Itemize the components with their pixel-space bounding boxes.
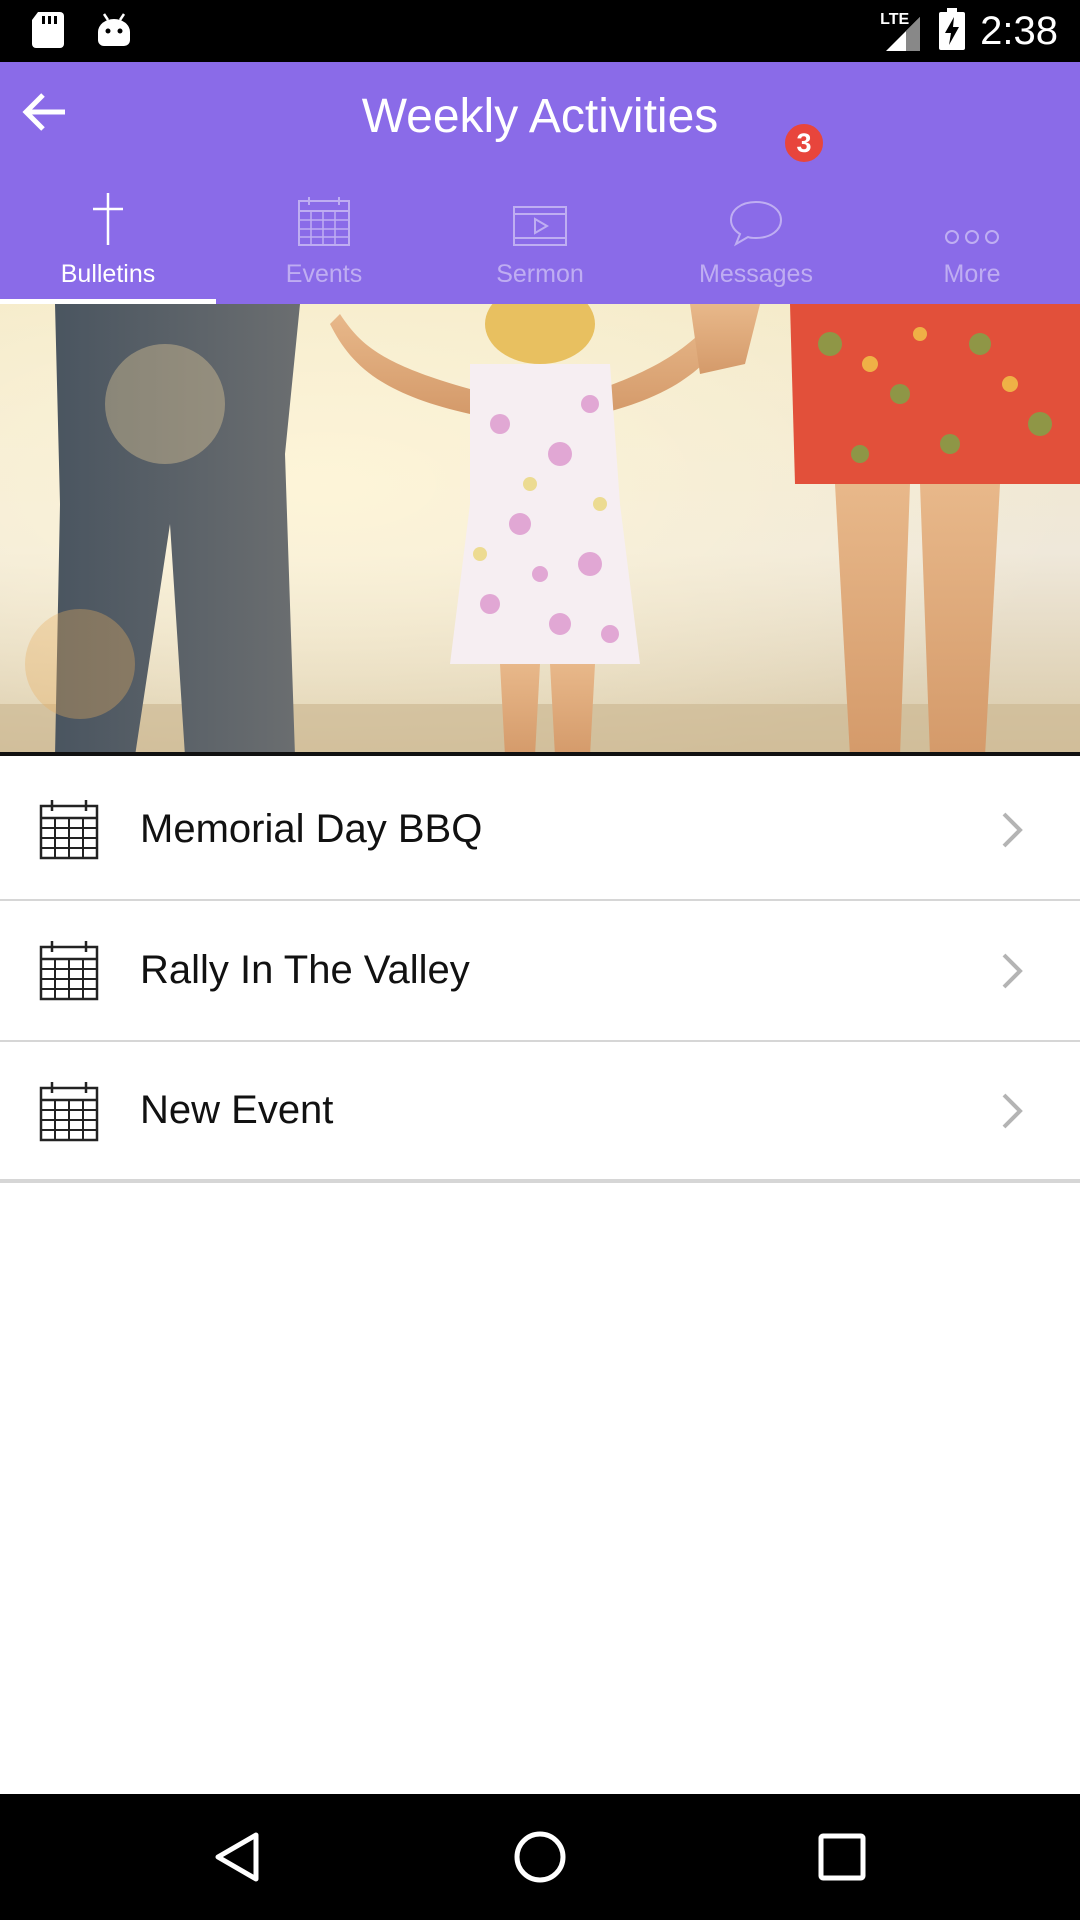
calendar-icon (38, 939, 100, 1001)
chat-bubble-icon (728, 199, 784, 252)
calendar-icon (38, 798, 100, 860)
battery-charging-icon (938, 7, 966, 55)
signal-icon: LTE (880, 9, 924, 53)
list-item-label: New Event (140, 1088, 334, 1132)
chevron-right-icon (998, 810, 1028, 850)
list-item[interactable]: Memorial Day BBQ (0, 760, 1080, 901)
back-triangle-icon[interactable] (208, 1827, 268, 1887)
tab-label: Sermon (496, 260, 584, 288)
system-nav-bar (0, 1794, 1080, 1920)
status-bar: LTE 2:38 (0, 0, 1080, 62)
tab-bulletins[interactable]: Bulletins (0, 188, 216, 304)
chevron-right-icon (998, 1091, 1028, 1131)
chevron-right-icon (998, 951, 1028, 991)
app-bar: Weekly Activities Bulletins Events Sermo… (0, 62, 1080, 304)
calendar-icon (297, 195, 351, 252)
list-item[interactable]: Rally In The Valley (0, 901, 1080, 1042)
tab-sermon[interactable]: Sermon (432, 188, 648, 304)
status-time: 2:38 (980, 9, 1058, 53)
hero-image (0, 304, 1080, 756)
list-item[interactable]: New Event (0, 1042, 1080, 1183)
more-dots-icon (944, 227, 1000, 252)
sd-card-icon (30, 10, 66, 55)
list-item-label: Memorial Day BBQ (140, 807, 483, 851)
tab-events[interactable]: Events (216, 188, 432, 304)
video-icon (512, 205, 568, 252)
tab-bar: Bulletins Events Sermon Messages More (0, 188, 1080, 304)
messages-badge: 3 (783, 122, 825, 164)
tab-label: Events (285, 260, 363, 288)
tab-more[interactable]: More (864, 188, 1080, 304)
cross-icon (90, 191, 126, 252)
page-title: Weekly Activities (361, 90, 719, 143)
tab-label: More (943, 260, 1001, 288)
recents-square-icon[interactable] (812, 1827, 872, 1887)
tab-label: Bulletins (60, 260, 156, 288)
activities-list: Memorial Day BBQ Rally In The Valley New… (0, 760, 1080, 1183)
tab-messages[interactable]: Messages (648, 188, 864, 304)
tab-label: Messages (699, 260, 813, 288)
home-circle-icon[interactable] (510, 1827, 570, 1887)
list-item-label: Rally In The Valley (140, 948, 470, 992)
calendar-icon (38, 1080, 100, 1142)
android-icon (96, 10, 132, 55)
